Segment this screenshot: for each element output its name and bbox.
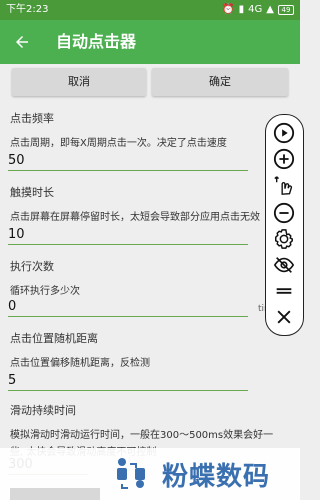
brand-text: 粉蝶数码: [162, 462, 271, 492]
field-label: 点击位置随机距离: [10, 332, 98, 345]
signal-bars-icon: ▲: [266, 4, 274, 15]
action-button-row: 取消 确定: [0, 64, 300, 96]
alarm-icon: ⏰: [222, 4, 235, 15]
field-label: 触摸时长: [10, 186, 54, 199]
cancel-button[interactable]: 取消: [12, 68, 146, 96]
play-button[interactable]: [272, 121, 296, 145]
close-button[interactable]: [272, 305, 296, 329]
hand-swipe-icon: [274, 176, 293, 195]
signal-icon: ▮: [238, 4, 245, 15]
bottom-watermark: 粉蝶数码: [0, 448, 300, 500]
field-execution-count: 执行次数 循环执行多少次: [10, 258, 290, 297]
ok-button[interactable]: 确定: [152, 68, 288, 96]
field-label: 执行次数: [10, 260, 54, 273]
floating-control-panel: [265, 114, 304, 336]
app-bar: 自动点击器: [0, 20, 300, 64]
arrow-left-icon: [16, 36, 28, 48]
field-description: 循环执行多少次: [10, 286, 80, 297]
field-label: 点击频率: [10, 112, 54, 125]
network-label: 4G: [248, 4, 263, 15]
brand-logo-icon: [117, 458, 145, 489]
back-button[interactable]: [10, 30, 34, 54]
remove-point-button[interactable]: [272, 201, 296, 225]
field-description: 点击屏幕在屏幕停留时长，太短会导致部分应用点击无效: [10, 212, 260, 223]
field-label: 滑动持续时间: [10, 404, 76, 417]
battery-icon: 49: [278, 5, 294, 15]
execution-count-input[interactable]: 0: [8, 298, 248, 317]
plus-circle-icon: [273, 148, 295, 170]
status-icons: ⏰ ▮ 4G ▲ 49: [222, 0, 294, 20]
swipe-gesture-button[interactable]: [272, 173, 296, 197]
bottom-left-button-partial[interactable]: [10, 488, 100, 500]
field-description: 点击周期，即每X周期点击一次。决定了点击速度: [10, 138, 227, 149]
touch-duration-input[interactable]: 10: [8, 226, 248, 245]
gear-icon: [275, 229, 293, 249]
field-random-distance: 点击位置随机距离 点击位置偏移随机距离，反检测: [10, 330, 290, 369]
close-icon: [277, 310, 291, 324]
menu-lines-icon: [276, 288, 292, 294]
field-description-line: 模拟滑动时滑动运行时间，一般在300～500ms效果会好一: [10, 430, 274, 441]
click-frequency-input[interactable]: 50: [8, 152, 248, 171]
add-point-button[interactable]: [272, 147, 296, 171]
settings-button[interactable]: [272, 227, 296, 251]
play-icon: [273, 122, 295, 144]
field-touch-duration: 触摸时长 点击屏幕在屏幕停留时长，太短会导致部分应用点击无效: [10, 184, 290, 223]
page-title: 自动点击器: [56, 32, 137, 51]
eye-off-icon: [273, 257, 295, 273]
drag-handle[interactable]: [272, 279, 296, 303]
field-click-frequency: 点击频率 点击周期，即每X周期点击一次。决定了点击速度: [10, 110, 290, 149]
status-bar: 下午2:23 ⏰ ▮ 4G ▲ 49: [0, 0, 300, 20]
hide-button[interactable]: [272, 253, 296, 277]
field-description: 点击位置偏移随机距离，反检测: [10, 358, 150, 369]
status-time: 下午2:23: [6, 4, 49, 15]
random-distance-input[interactable]: 5: [8, 372, 248, 391]
minus-circle-icon: [273, 202, 295, 224]
